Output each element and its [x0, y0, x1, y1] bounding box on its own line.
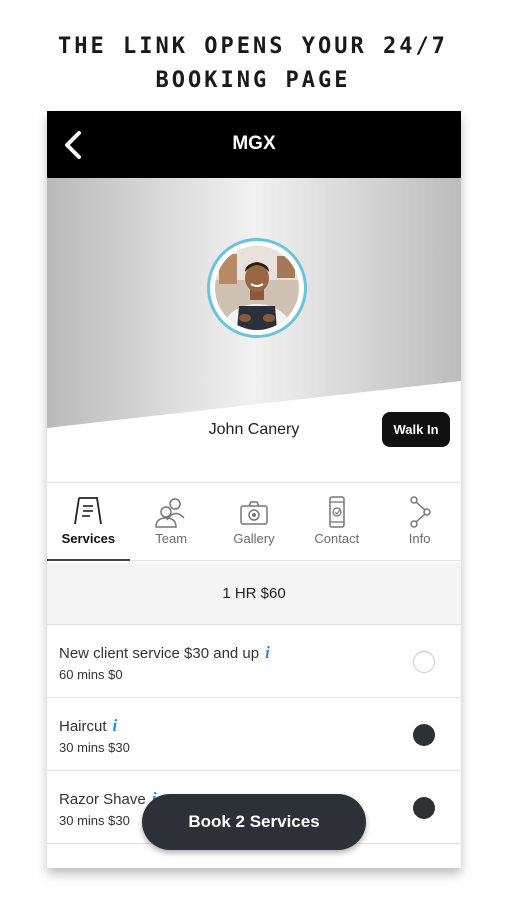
book-services-button[interactable]: Book 2 Services [142, 794, 366, 850]
service-name-line: New client service $30 and up i [59, 643, 270, 663]
service-name: New client service $30 and up [59, 645, 260, 662]
camera-icon [240, 501, 268, 525]
page-title: MGX [232, 133, 276, 154]
service-meta: 60 mins $0 [59, 667, 123, 682]
tab-label-services: Services [61, 531, 116, 546]
info-icon[interactable]: i [113, 716, 118, 736]
tab-label-gallery: Gallery [233, 531, 275, 546]
avatar [207, 238, 307, 338]
select-radio[interactable] [413, 724, 435, 746]
select-radio[interactable] [413, 797, 435, 819]
select-radio[interactable] [413, 651, 435, 673]
tab-contact[interactable]: Contact [295, 483, 378, 560]
team-icon [155, 498, 185, 528]
avatar-photo [215, 246, 299, 330]
service-meta: 30 mins $30 [59, 740, 130, 755]
info-icon[interactable]: i [265, 643, 270, 663]
service-row[interactable]: New client service $30 and up i 60 mins $… [47, 626, 461, 698]
headline: THE LINK OPENS YOUR 24/7 BOOKING PAGE [0, 30, 506, 98]
service-name-line: Razor Shavei [59, 789, 156, 809]
service-meta: 30 mins $30 [59, 813, 130, 828]
tab-info[interactable]: Info [378, 483, 461, 560]
phone-screen: MGX John Canery Walk In Services Team Ga… [47, 111, 461, 868]
walk-in-button[interactable]: Walk In [382, 412, 450, 447]
service-name: Razor Shave [59, 791, 146, 808]
price-banner: 1 HR $60 [47, 563, 461, 625]
tab-team[interactable]: Team [130, 483, 213, 560]
service-name-line: Haircut i [59, 716, 117, 736]
tab-label-info: Info [408, 531, 431, 546]
share-icon [409, 496, 431, 528]
headline-line-2: BOOKING PAGE [155, 68, 351, 93]
tab-label-team: Team [155, 531, 188, 546]
phone-icon [329, 496, 345, 528]
tab-label-contact: Contact [314, 531, 360, 546]
service-name: Haircut [59, 718, 107, 735]
sign-board-icon [74, 497, 103, 525]
tab-services[interactable]: Services [47, 483, 130, 561]
tab-bar: Services Team Gallery Contact Info [47, 482, 461, 561]
headline-line-1: THE LINK OPENS YOUR 24/7 [58, 34, 448, 59]
service-row[interactable]: Haircut i 30 mins $30 [47, 699, 461, 771]
tab-gallery[interactable]: Gallery [213, 483, 296, 560]
top-bar: MGX [47, 111, 461, 178]
